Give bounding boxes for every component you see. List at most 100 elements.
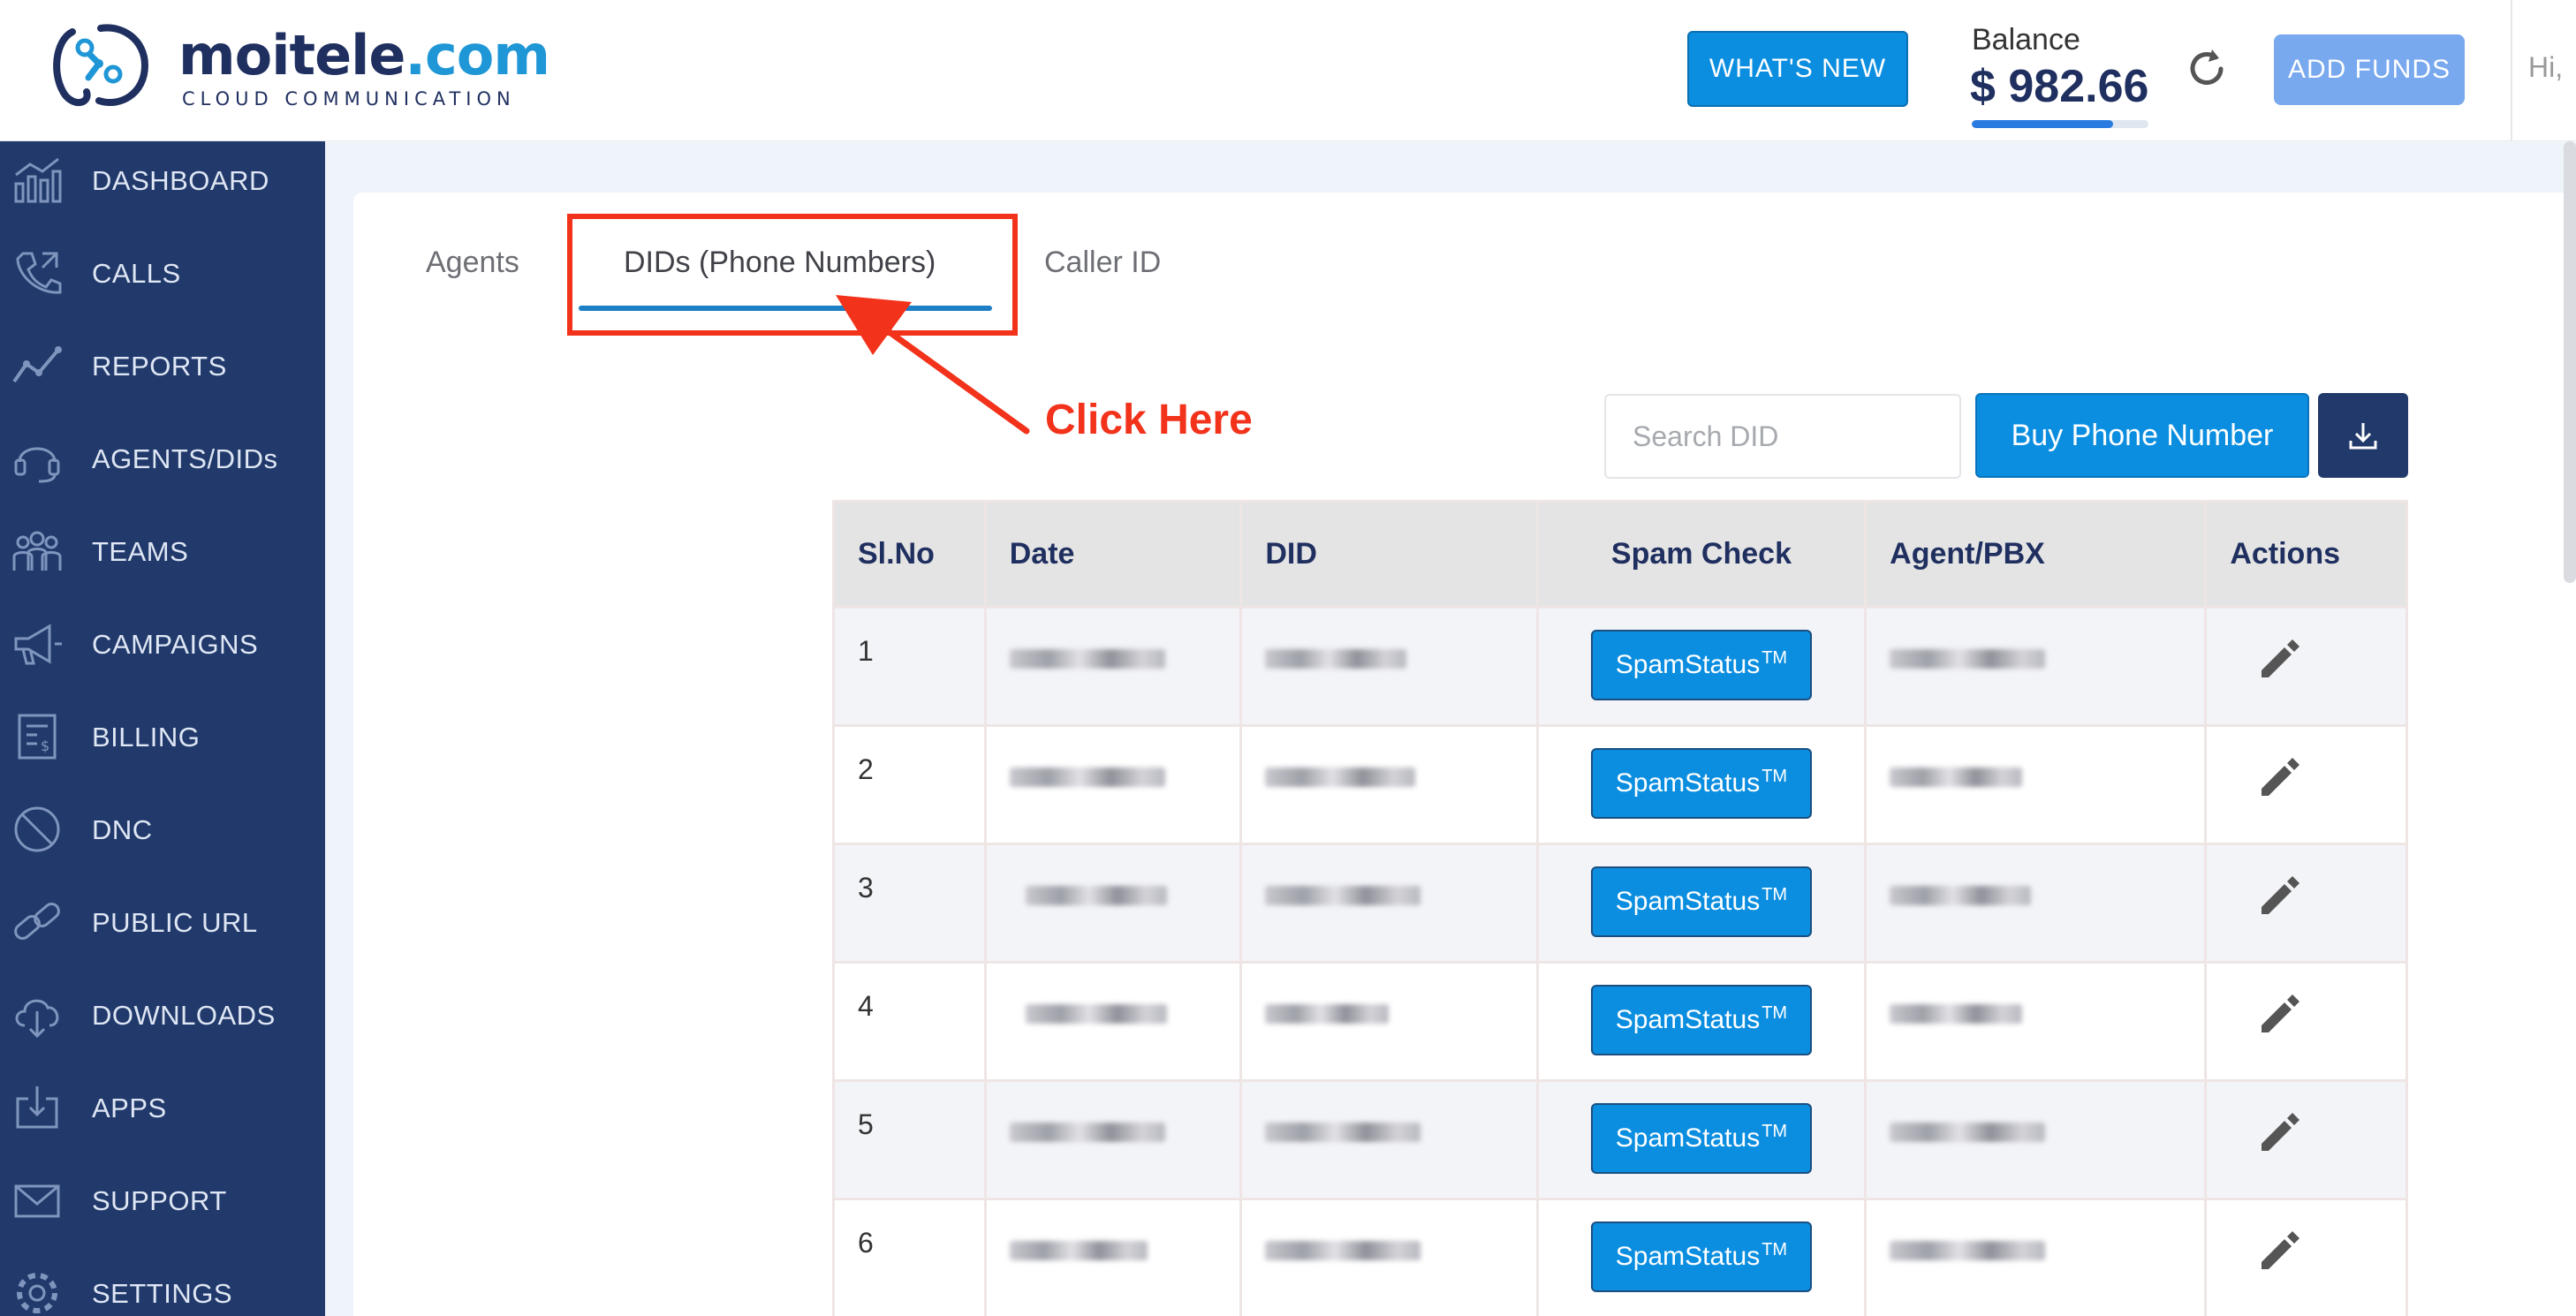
table-row: 3 SpamStatus TM: [832, 843, 2408, 964]
cell-slno: 3: [832, 843, 987, 964]
balance-value: $ 982.66: [1970, 61, 2149, 112]
spam-status-button[interactable]: SpamStatus TM: [1590, 748, 1812, 819]
cell-did-redacted: [1239, 1079, 1539, 1200]
cell-date-redacted: [983, 724, 1243, 845]
col-header-spam-check: Spam Check: [1535, 500, 1868, 609]
sidebar-item-label: DNC: [92, 814, 153, 845]
sidebar-item-label: PUBLIC URL: [92, 907, 258, 938]
brand-subtitle: CLOUD COMMUNICATION: [182, 88, 516, 110]
app-download-icon: [16, 1086, 58, 1129]
annotation-click-here: Click Here: [1045, 397, 1253, 443]
balance-progress-bar: [1972, 120, 2148, 128]
sidebar-item-dashboard[interactable]: DASHBOARD: [0, 141, 325, 221]
table-row: 4 SpamStatus TM: [832, 961, 2408, 1082]
cell-slno: 4: [832, 961, 987, 1082]
download-button[interactable]: [2318, 393, 2408, 478]
spam-status-button[interactable]: SpamStatus TM: [1590, 985, 1812, 1055]
table-row: 2 SpamStatus TM: [832, 724, 2408, 845]
balance-progress-fill: [1972, 120, 2113, 128]
tab-caller-id[interactable]: Caller ID: [1044, 246, 1161, 280]
sidebar-item-teams[interactable]: TEAMS: [0, 512, 325, 592]
cell-date-redacted: [983, 1198, 1243, 1316]
sidebar-item-reports[interactable]: REPORTS: [0, 327, 325, 406]
header-divider: [2511, 0, 2512, 141]
edit-icon[interactable]: [2256, 1110, 2302, 1156]
edit-icon[interactable]: [2256, 874, 2302, 919]
col-header-agent-pbx: Agent/PBX: [1864, 500, 2208, 609]
cell-date-redacted: [983, 961, 1243, 1082]
sidebar-item-campaigns[interactable]: CAMPAIGNS: [0, 605, 325, 684]
sidebar-item-downloads[interactable]: DOWNLOADS: [0, 976, 325, 1055]
invoice-icon: $: [18, 714, 57, 760]
spam-status-button[interactable]: SpamStatus TM: [1590, 630, 1812, 700]
cell-date-redacted: [983, 606, 1243, 727]
block-icon: [14, 806, 60, 852]
col-header-did: DID: [1239, 500, 1539, 609]
sidebar-item-apps[interactable]: APPS: [0, 1069, 325, 1148]
cell-agent-redacted: [1864, 961, 2208, 1082]
cell-actions: [2204, 1198, 2408, 1316]
cell-actions: [2204, 961, 2408, 1082]
col-header-slno: Sl.No: [832, 500, 987, 609]
link-icon: [14, 903, 60, 940]
refresh-icon[interactable]: [2182, 44, 2231, 94]
headset-icon: [14, 447, 60, 483]
add-funds-button[interactable]: ADD FUNDS: [2274, 34, 2465, 105]
balance-label: Balance: [1972, 23, 2080, 57]
svg-text:$: $: [41, 737, 49, 754]
cell-slno: 6: [832, 1198, 987, 1316]
mail-icon: [14, 1184, 60, 1218]
cell-spam-check: SpamStatus TM: [1535, 843, 1868, 964]
spam-status-button[interactable]: SpamStatus TM: [1590, 1221, 1812, 1292]
table-row: 6 SpamStatus TM: [832, 1198, 2408, 1316]
dids-table: Sl.No Date DID Spam Check Agent/PBX Acti…: [832, 500, 2408, 1316]
col-header-actions: Actions: [2204, 500, 2408, 609]
cell-date-redacted: [983, 843, 1243, 964]
search-did-input[interactable]: [1604, 394, 1961, 479]
spam-status-button[interactable]: SpamStatus TM: [1590, 866, 1812, 937]
sidebar-item-label: TEAMS: [92, 536, 189, 567]
cell-did-redacted: [1239, 843, 1539, 964]
sidebar-item-agents-dids[interactable]: AGENTS/DIDs: [0, 420, 325, 499]
cell-did-redacted: [1239, 961, 1539, 1082]
cell-agent-redacted: [1864, 724, 2208, 845]
cell-did-redacted: [1239, 724, 1539, 845]
user-greeting[interactable]: Hi,: [2528, 51, 2563, 84]
sidebar-item-label: CAMPAIGNS: [92, 629, 259, 660]
spam-status-button[interactable]: SpamStatus TM: [1590, 1103, 1812, 1174]
sidebar-item-label: BILLING: [92, 722, 201, 753]
edit-icon[interactable]: [2256, 992, 2302, 1038]
cell-slno: 2: [832, 724, 987, 845]
cell-date-redacted: [983, 1079, 1243, 1200]
whats-new-button[interactable]: WHAT'S NEW: [1687, 31, 1908, 107]
dashboard-icon: [14, 157, 62, 203]
sidebar-item-calls[interactable]: CALLS: [0, 234, 325, 314]
cell-spam-check: SpamStatus TM: [1535, 1079, 1868, 1200]
buy-phone-number-button[interactable]: Buy Phone Number: [1975, 393, 2309, 478]
sidebar-item-public-url[interactable]: PUBLIC URL: [0, 883, 325, 963]
sidebar: DASHBOARD CALLS REPORTS AGENTS/DIDs TEAM…: [0, 141, 325, 1316]
brand-logo[interactable]: moitele.com CLOUD COMMUNICATION: [46, 23, 550, 120]
cell-agent-redacted: [1864, 606, 2208, 727]
edit-icon[interactable]: [2256, 637, 2302, 683]
tab-agents[interactable]: Agents: [426, 246, 519, 280]
sidebar-item-label: SUPPORT: [92, 1185, 227, 1216]
col-header-date: Date: [983, 500, 1243, 609]
top-header: moitele.com CLOUD COMMUNICATION WHAT'S N…: [0, 0, 2576, 141]
page-scrollbar[interactable]: [2564, 141, 2576, 583]
sidebar-item-label: DOWNLOADS: [92, 1000, 276, 1031]
cell-actions: [2204, 843, 2408, 964]
phone-icon: [16, 252, 62, 294]
edit-icon[interactable]: [2256, 755, 2302, 801]
sidebar-item-billing[interactable]: $ BILLING: [0, 698, 325, 777]
sidebar-item-support[interactable]: SUPPORT: [0, 1161, 325, 1241]
sidebar-item-dnc[interactable]: DNC: [0, 790, 325, 870]
cell-slno: 1: [832, 606, 987, 727]
cell-spam-check: SpamStatus TM: [1535, 606, 1868, 727]
megaphone-icon: [14, 624, 62, 665]
edit-icon[interactable]: [2256, 1229, 2302, 1274]
cell-did-redacted: [1239, 1198, 1539, 1316]
sidebar-item-label: SETTINGS: [92, 1278, 233, 1309]
sidebar-item-settings[interactable]: SETTINGS: [0, 1254, 325, 1316]
cell-actions: [2204, 1079, 2408, 1200]
